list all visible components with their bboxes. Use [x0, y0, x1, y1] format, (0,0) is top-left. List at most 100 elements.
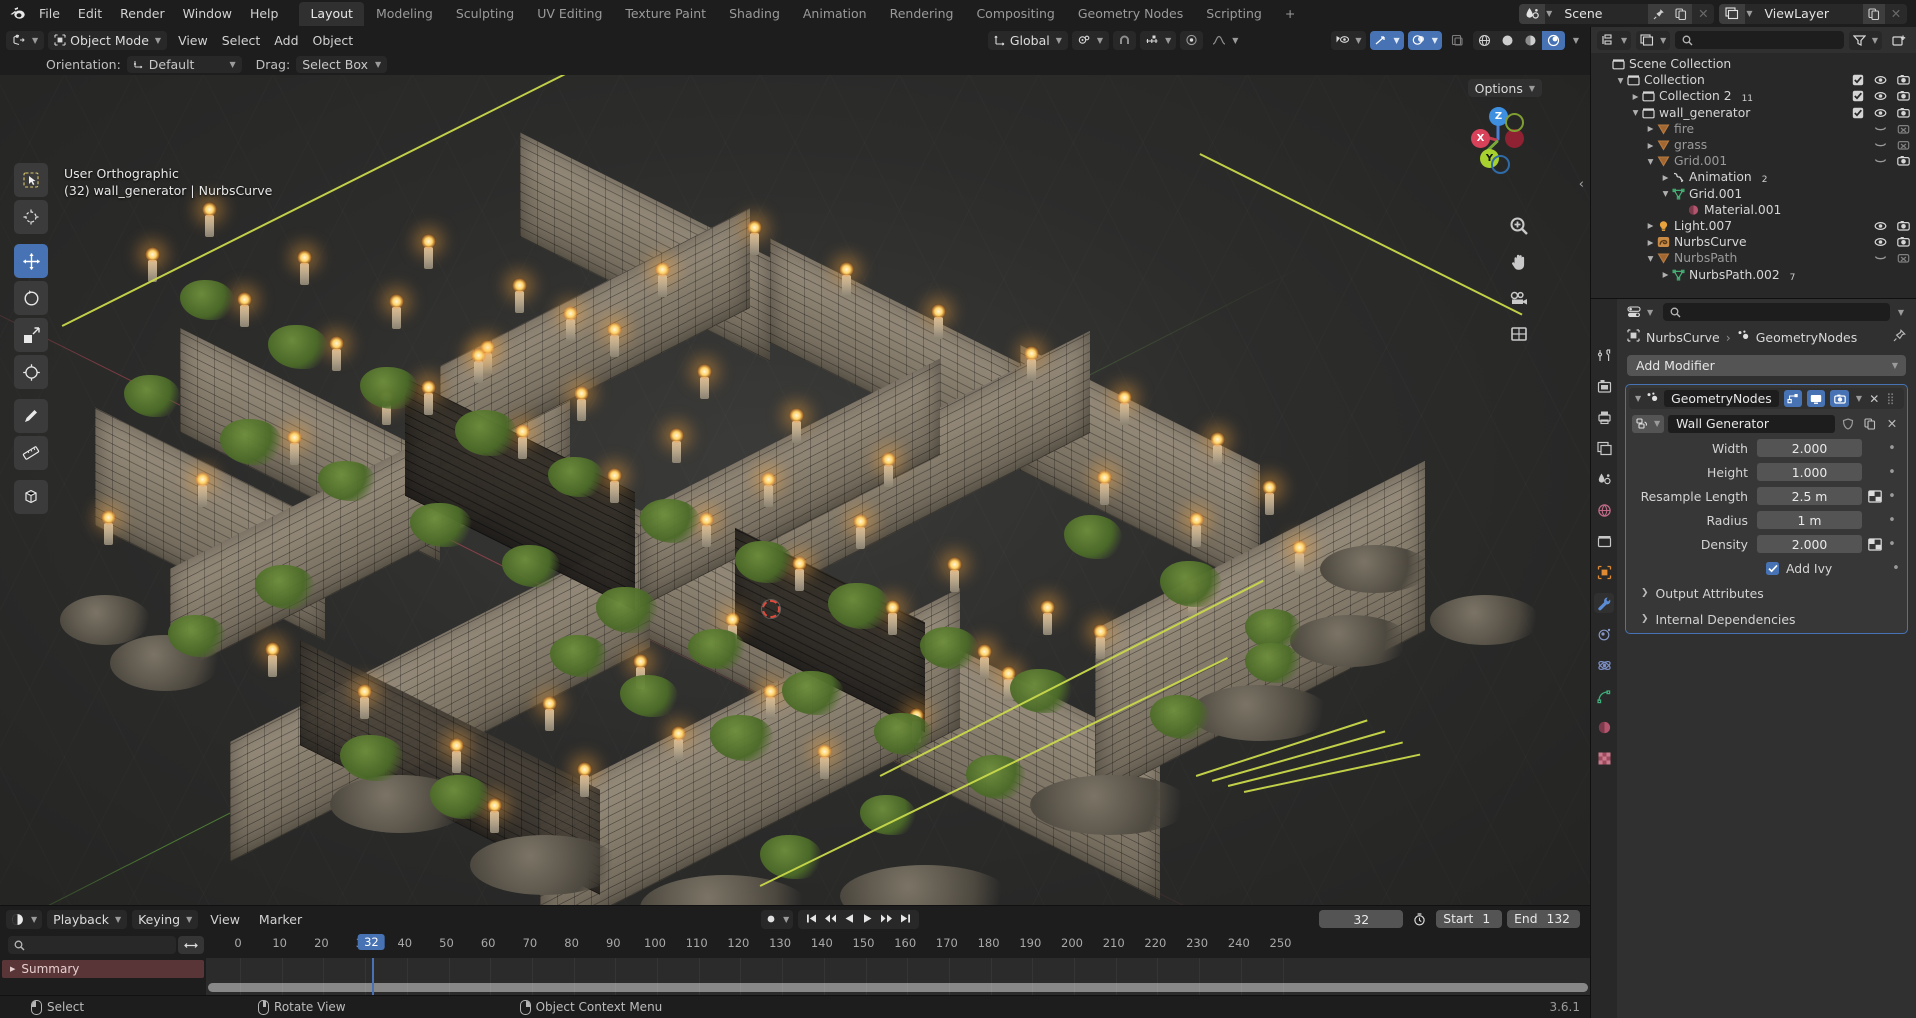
snap-pivot-selector[interactable]: ▼	[1072, 31, 1109, 50]
scene-name[interactable]: Scene	[1556, 4, 1648, 24]
menu-help[interactable]: Help	[241, 3, 288, 24]
outliner-row-scene-collection[interactable]: Scene Collection	[1591, 56, 1916, 72]
disclosure-chevron-right-icon[interactable]: ▶	[1659, 270, 1672, 279]
tab-view-layer[interactable]	[1594, 438, 1614, 458]
pin-scene-icon[interactable]	[1648, 4, 1670, 24]
blender-logo-icon[interactable]	[4, 3, 30, 25]
toggle-ortho-icon[interactable]	[1508, 323, 1530, 345]
visibility-selector[interactable]: ▼	[1331, 31, 1365, 50]
tab-world[interactable]	[1594, 500, 1614, 520]
gizmo-axis-x[interactable]: X	[1471, 129, 1490, 148]
outliner-editor-type[interactable]: ▼	[1597, 31, 1631, 50]
tab-tool[interactable]	[1594, 345, 1614, 365]
menu-render[interactable]: Render	[111, 3, 174, 24]
scene-selector[interactable]: ▼ Scene ✕	[1519, 4, 1714, 24]
workspace-tab-uv-editing[interactable]: UV Editing	[526, 2, 613, 26]
camera-icon[interactable]	[1897, 155, 1910, 168]
node-group-name[interactable]: Wall Generator	[1668, 415, 1835, 433]
field-input-attribute-toggle-icon[interactable]	[1865, 535, 1884, 553]
workspace-tab-texture-paint[interactable]: Texture Paint	[614, 2, 717, 26]
gizmo-axis-neg-z[interactable]	[1491, 155, 1510, 174]
disclosure-chevron-right-icon[interactable]: ▶	[1629, 92, 1642, 101]
camera-icon[interactable]	[1897, 74, 1910, 87]
solid-shading-button[interactable]	[1496, 31, 1519, 50]
outliner-row-grid-001[interactable]: ▼Grid.001	[1591, 186, 1916, 202]
menu-window[interactable]: Window	[174, 3, 241, 24]
camera-icon[interactable]	[1897, 236, 1910, 249]
field-input-attribute-toggle-icon[interactable]	[1865, 487, 1884, 505]
breadcrumb-modifier[interactable]: GeometryNodes	[1756, 330, 1857, 345]
disabled-camera-icon[interactable]	[1897, 122, 1910, 135]
workspace-tab-layout[interactable]: Layout	[299, 2, 364, 26]
field-animate-dot[interactable]: •	[1884, 465, 1900, 480]
keying-menu[interactable]: Keying ▼	[132, 910, 198, 929]
timeline-marker-menu[interactable]: Marker	[252, 910, 309, 929]
realtime-display-toggle[interactable]	[1807, 390, 1825, 407]
jump-start-icon[interactable]	[806, 912, 817, 927]
expand-icon[interactable]: ▶	[10, 965, 15, 973]
xray-toggle[interactable]	[1446, 31, 1469, 50]
outliner-row-animation[interactable]: ▶Animation2	[1591, 169, 1916, 185]
outliner-row-collection-2[interactable]: ▶Collection 211	[1591, 88, 1916, 104]
outliner-row-nurbspath[interactable]: ▼NurbsPath	[1591, 250, 1916, 266]
tool-transform[interactable]	[14, 355, 48, 389]
field-value[interactable]: 1.000	[1757, 463, 1862, 481]
disclosure-chevron-down-icon[interactable]: ▼	[1644, 157, 1657, 166]
tool-move[interactable]	[14, 244, 48, 278]
channel-search-input[interactable]	[8, 936, 176, 954]
orientation-dropdown[interactable]: Default ▼	[127, 56, 242, 73]
jump-end-icon[interactable]	[900, 912, 911, 927]
workspace-tab-animation[interactable]: Animation	[792, 2, 878, 26]
eye-icon[interactable]	[1874, 74, 1887, 87]
tab-output[interactable]	[1594, 407, 1614, 427]
tab-object[interactable]	[1594, 562, 1614, 582]
field-animate-dot[interactable]: •	[1884, 489, 1900, 504]
disabled-camera-icon[interactable]	[1897, 252, 1910, 265]
new-viewlayer-icon[interactable]	[1863, 4, 1885, 24]
outliner-row-light-007[interactable]: ▶Light.007	[1591, 218, 1916, 234]
new-scene-icon[interactable]	[1670, 4, 1692, 24]
viewport-menu-view[interactable]: View	[171, 31, 215, 50]
playback-menu[interactable]: Playback ▼	[47, 910, 127, 929]
workspace-tab-rendering[interactable]: Rendering	[879, 2, 965, 26]
tool-scale[interactable]	[14, 318, 48, 352]
workspace-tab-scripting[interactable]: Scripting	[1195, 2, 1273, 26]
tab-physics[interactable]	[1594, 655, 1614, 675]
tool-rotate[interactable]	[14, 281, 48, 315]
outliner-row-collection[interactable]: ▼Collection	[1591, 72, 1916, 88]
frame-end-field[interactable]: End 132	[1507, 910, 1580, 928]
disclosure-chevron-right-icon[interactable]: ▶	[1644, 124, 1657, 133]
duplicate-node-group-icon[interactable]	[1861, 415, 1879, 433]
playback-controls[interactable]	[798, 910, 919, 929]
workspace-tab-sculpting[interactable]: Sculpting	[445, 2, 525, 26]
tool-annotate[interactable]	[14, 399, 48, 433]
timeline-editor-type[interactable]: ▼	[6, 910, 42, 929]
outliner-row-nurbspath-002[interactable]: ▶NurbsPath.0027	[1591, 266, 1916, 282]
eye-icon[interactable]	[1874, 236, 1887, 249]
disclosure-chevron-down-icon[interactable]: ▼	[1629, 108, 1642, 117]
drag-handle-icon[interactable]: ⣿	[1886, 396, 1900, 401]
outliner-row-wall_generator[interactable]: ▼wall_generator	[1591, 105, 1916, 121]
tab-modifiers[interactable]	[1594, 593, 1614, 613]
menu-file[interactable]: File	[30, 3, 69, 24]
pan-hand-icon[interactable]	[1508, 251, 1530, 273]
field-value[interactable]: 2.000	[1757, 535, 1862, 553]
field-animate-dot[interactable]: •	[1884, 537, 1900, 552]
snap-target-selector[interactable]: ▼	[1140, 31, 1176, 50]
viewlayer-name[interactable]: ViewLayer	[1756, 4, 1863, 24]
timeline-scrollbar[interactable]	[206, 983, 1590, 992]
rendered-shading-button[interactable]	[1542, 31, 1565, 50]
viewport-menu-add[interactable]: Add	[267, 31, 305, 50]
properties-options-chevron-down-icon[interactable]: ▼	[1898, 308, 1910, 317]
prev-keyframe-icon[interactable]	[824, 912, 837, 927]
tool-measure[interactable]	[14, 436, 48, 470]
collapse-chevron-down-icon[interactable]: ▼	[1635, 394, 1641, 403]
show-gizmo-toggle[interactable]: ▼	[1370, 31, 1404, 50]
field-value[interactable]: 1 m	[1757, 511, 1862, 529]
outliner-tree[interactable]: Scene Collection▼Collection▶Collection 2…	[1591, 53, 1916, 298]
eye-icon[interactable]	[1874, 90, 1887, 103]
camera-icon[interactable]	[1897, 106, 1910, 119]
current-frame-field[interactable]: 32	[1319, 910, 1403, 928]
disclosure-chevron-right-icon[interactable]: ▶	[1644, 221, 1657, 230]
add-ivy-animate-dot[interactable]: •	[1888, 561, 1904, 576]
